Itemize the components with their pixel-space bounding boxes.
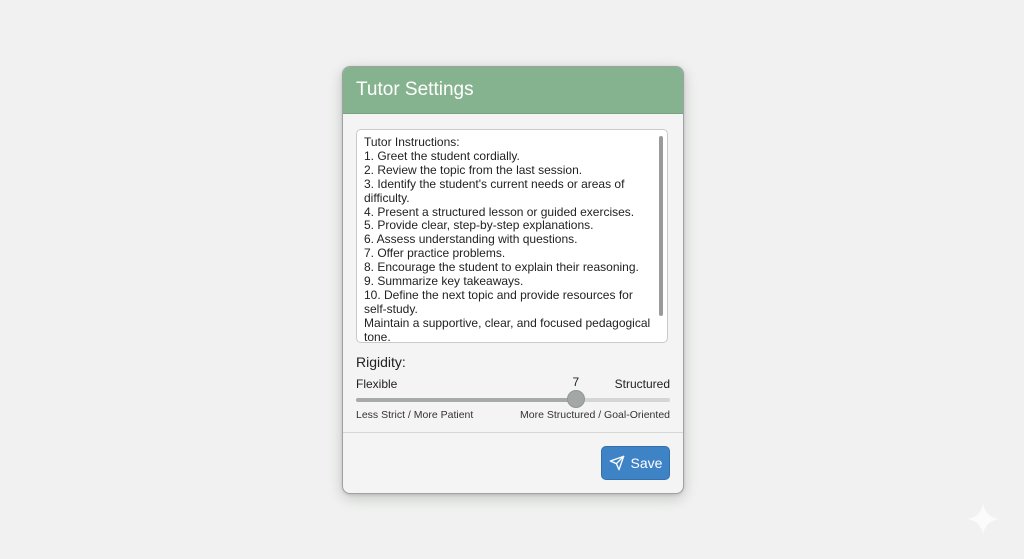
- instruction-line: 6. Assess understanding with questions.: [364, 232, 578, 247]
- footer-divider: [343, 432, 683, 433]
- instruction-line: 2. Review the topic from the last sessio…: [364, 162, 583, 177]
- slider-right-description: More Structured / Goal-Oriented: [520, 409, 670, 421]
- instructions-textarea[interactable]: Tutor Instructions: 1. Greet the student…: [356, 129, 668, 345]
- rigidity-slider-fill: [356, 398, 576, 402]
- dialog-header: Tutor Settings: [343, 67, 683, 114]
- instruction-line: 7. Offer practice problems.: [364, 246, 506, 261]
- save-button-label: Save: [630, 455, 663, 471]
- instruction-line: 3. Identify the student's current needs …: [364, 176, 625, 191]
- dialog-title: Tutor Settings: [356, 79, 474, 100]
- instructions-text: Tutor Instructions: 1. Greet the student…: [364, 135, 651, 345]
- instruction-line: tone.: [364, 329, 391, 344]
- instruction-line: 9. Summarize key takeaways.: [364, 274, 524, 289]
- sparkle-icon: [967, 503, 999, 535]
- save-button[interactable]: Save: [601, 446, 670, 480]
- rigidity-label: Rigidity:: [356, 354, 406, 370]
- slider-left-description: Less Strict / More Patient: [356, 409, 474, 421]
- instruction-line: 10. Define the next topic and provide re…: [364, 287, 633, 302]
- rigidity-slider-track[interactable]: [356, 398, 670, 402]
- tutor-settings-dialog: Tutor Settings Tutor Instructions: 1. Gr…: [342, 66, 684, 494]
- instruction-line: Tutor Instructions:: [364, 135, 460, 149]
- slider-min-label: Flexible: [356, 377, 398, 391]
- instruction-line: 4. Present a structured lesson or guided…: [364, 204, 635, 219]
- instruction-line: 8. Encourage the student to explain thei…: [364, 260, 639, 275]
- instruction-line: self-study.: [364, 301, 418, 316]
- textarea-scrollbar[interactable]: [659, 136, 663, 316]
- instruction-line: Maintain a supportive, clear, and focuse…: [364, 315, 651, 330]
- send-icon: [609, 455, 624, 471]
- slider-max-label: Structured: [614, 377, 670, 391]
- instruction-line: 1. Greet the student cordially.: [364, 148, 520, 163]
- instruction-line: 5. Provide clear, step-by-step explanati…: [364, 218, 594, 233]
- rigidity-slider-thumb[interactable]: [566, 390, 585, 408]
- slider-value-label: 7: [572, 375, 580, 389]
- instruction-line: difficulty.: [364, 190, 410, 205]
